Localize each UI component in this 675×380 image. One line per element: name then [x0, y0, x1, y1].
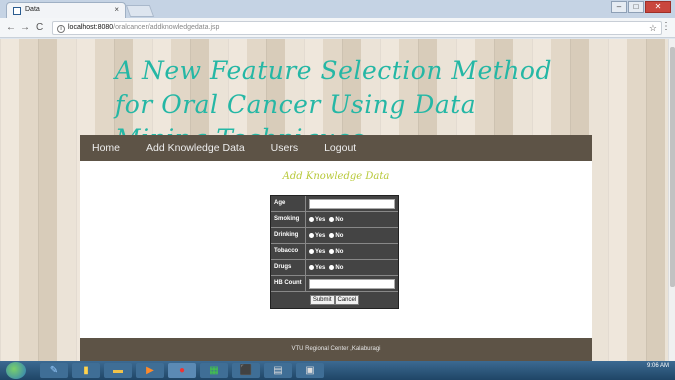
radio-icon — [329, 248, 335, 254]
site-info-icon[interactable]: i — [57, 25, 65, 33]
drugs-no-radio[interactable]: No — [329, 264, 344, 271]
taskbar-window-app-icon[interactable]: ▣ — [296, 363, 324, 378]
os-taskbar: ✎ ▮ ▬ ▶ ● ▦ ⬛ ▤ ▣ 9:06 AM — [0, 361, 675, 380]
page-favicon-icon — [13, 7, 21, 15]
taskbar-pen-app-icon[interactable]: ✎ — [40, 363, 68, 378]
taskbar-calculator-app-icon[interactable]: ▤ — [264, 363, 292, 378]
radio-icon — [309, 264, 314, 270]
scrollbar-thumb[interactable] — [670, 47, 675, 287]
browser-menu-icon[interactable]: ⋮ — [661, 21, 671, 32]
radio-icon — [309, 216, 314, 222]
back-arrow-icon[interactable]: ← — [6, 22, 16, 33]
radio-label: Yes — [315, 248, 326, 255]
smoking-yes-radio[interactable]: Yes — [309, 216, 326, 223]
radio-label: No — [335, 232, 344, 239]
cancel-button[interactable]: Cancel — [334, 295, 360, 305]
main-menu: Home Add Knowledge Data Users Logout — [80, 135, 592, 161]
vertical-scrollbar[interactable] — [668, 39, 675, 361]
start-orb-icon[interactable] — [6, 362, 26, 379]
radio-icon — [309, 248, 314, 254]
taskbar-media-app-icon[interactable]: ▶ — [136, 363, 164, 378]
submit-button[interactable]: Submit — [309, 295, 335, 305]
tab-close-icon[interactable]: × — [114, 5, 119, 14]
taskbar-chrome-app-icon[interactable]: ● — [168, 363, 196, 378]
form-row-age: Age — [271, 196, 398, 212]
radio-label: No — [335, 264, 344, 271]
form-heading: Add Knowledge Data — [282, 171, 390, 182]
new-tab-button[interactable] — [125, 5, 155, 17]
smoking-no-radio[interactable]: No — [329, 216, 344, 223]
form-row-hb-count: HB Count — [271, 276, 398, 292]
taskbar-excel-app-icon[interactable]: ▦ — [200, 363, 228, 378]
page-viewport: A New Feature Selection Method for Oral … — [0, 39, 668, 361]
system-tray: 9:06 AM — [647, 363, 669, 370]
drugs-label: Drugs — [271, 260, 306, 275]
tobacco-no-radio[interactable]: No — [329, 248, 344, 255]
browser-tab-bar: Data × – □ ✕ — [0, 0, 675, 18]
form-row-tobacco: Tobacco Yes No — [271, 244, 398, 260]
radio-label: Yes — [315, 216, 326, 223]
taskbar-pdf-app-icon[interactable]: ⬛ — [232, 363, 260, 378]
smoking-label: Smoking — [271, 212, 306, 227]
drinking-yes-radio[interactable]: Yes — [309, 232, 326, 239]
window-controls: – □ ✕ — [611, 1, 671, 15]
hb-count-input[interactable] — [309, 278, 395, 289]
form-row-actions: Submit Cancel — [271, 292, 398, 308]
age-input[interactable] — [309, 198, 395, 209]
drinking-no-radio[interactable]: No — [329, 232, 344, 239]
hb-count-label: HB Count — [271, 276, 306, 291]
url-path: /oralcancer/addknowledgedata.jsp — [113, 24, 220, 31]
tobacco-yes-radio[interactable]: Yes — [309, 248, 326, 255]
drugs-yes-radio[interactable]: Yes — [309, 264, 326, 271]
minimize-button[interactable]: – — [611, 1, 627, 13]
radio-label: Yes — [315, 264, 326, 271]
radio-icon — [329, 264, 335, 270]
drinking-label: Drinking — [271, 228, 306, 243]
menu-logout-link[interactable]: Logout — [324, 142, 356, 154]
taskbar-explorer-app-icon[interactable]: ▬ — [104, 363, 132, 378]
reload-icon[interactable]: C — [36, 22, 43, 33]
url-input[interactable]: i localhost:8080/oralcancer/addknowledged… — [52, 21, 662, 35]
forward-arrow-icon[interactable]: → — [20, 22, 30, 33]
age-label: Age — [271, 196, 306, 211]
menu-users-link[interactable]: Users — [271, 142, 298, 154]
radio-label: No — [335, 248, 344, 255]
taskbar-folder-app-icon[interactable]: ▮ — [72, 363, 100, 378]
bookmark-star-icon[interactable]: ☆ — [649, 22, 657, 34]
form-row-smoking: Smoking Yes No — [271, 212, 398, 228]
knowledge-data-form: Age Smoking Yes No Drinking Yes No Tobac… — [270, 195, 399, 309]
page-footer: VTU Regional Center ,Kalaburagi — [80, 338, 592, 361]
radio-icon — [329, 216, 335, 222]
tab-title: Data — [25, 6, 40, 13]
clock-time[interactable]: 9:06 AM — [647, 363, 669, 369]
address-bar-row: ← → C i localhost:8080/oralcancer/addknow… — [0, 18, 675, 38]
browser-tab[interactable]: Data × — [6, 2, 126, 18]
url-host: localhost:8080 — [68, 24, 114, 31]
form-row-drugs: Drugs Yes No — [271, 260, 398, 276]
radio-icon — [329, 232, 335, 238]
menu-home-link[interactable]: Home — [92, 142, 120, 154]
radio-label: No — [335, 216, 344, 223]
tobacco-label: Tobacco — [271, 244, 306, 259]
close-window-button[interactable]: ✕ — [645, 1, 671, 13]
menu-add-knowledge-data-link[interactable]: Add Knowledge Data — [146, 142, 245, 154]
content-panel: Add Knowledge Data Age Smoking Yes No Dr… — [80, 161, 592, 338]
radio-label: Yes — [315, 232, 326, 239]
radio-icon — [309, 232, 314, 238]
form-row-drinking: Drinking Yes No — [271, 228, 398, 244]
maximize-button[interactable]: □ — [628, 1, 644, 13]
